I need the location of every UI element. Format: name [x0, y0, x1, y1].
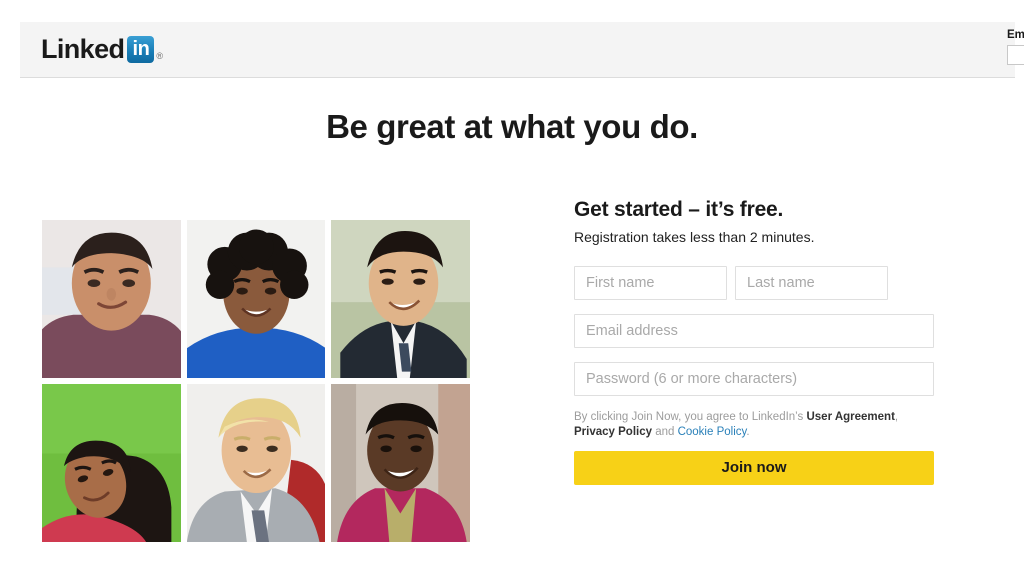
first-name-input[interactable]: [574, 266, 727, 300]
registration-heading: Get started – it’s free.: [574, 198, 784, 221]
legal-suffix: .: [746, 426, 750, 438]
portrait-woman-grass: [42, 384, 181, 542]
password-input[interactable]: [574, 362, 934, 396]
user-agreement-link[interactable]: User Agreement: [806, 411, 894, 423]
cookie-policy-link[interactable]: Cookie Policy: [678, 426, 747, 438]
portrait-woman-curly-hair: [186, 220, 326, 378]
linkedin-signup-page: Linked in ® Email address Password Forgo…: [0, 0, 1024, 570]
portrait-man-magenta-jacket: [331, 384, 470, 542]
legal-comma: ,: [894, 411, 899, 423]
logo-in-badge-icon: in: [127, 36, 155, 63]
page-title: Be great at what you do.: [326, 108, 698, 145]
portrait-young-man-dark-hair: [42, 220, 181, 378]
member-photo-grid: [42, 220, 470, 542]
signin-email-label: Email address: [1007, 29, 1024, 41]
portrait-man-suit-outdoor: [331, 220, 470, 378]
legal-and: and: [652, 426, 678, 438]
privacy-policy-link[interactable]: Privacy Policy: [574, 426, 652, 438]
linkedin-logo[interactable]: Linked in ®: [41, 36, 163, 63]
email-input[interactable]: [574, 314, 934, 348]
site-header: Linked in ® Email address Password Forgo…: [20, 22, 1024, 78]
legal-prefix: By clicking Join Now, you agree to Linke…: [574, 411, 807, 423]
last-name-input[interactable]: [735, 266, 888, 300]
logo-wordmark: Linked: [41, 34, 125, 64]
name-field-row: [574, 266, 934, 300]
registration-subheading: Registration takes less than 2 minutes.: [574, 229, 815, 245]
signin-email-group: Email address: [1007, 28, 1024, 65]
registration-panel: Get started – it’s free. Registration ta…: [574, 198, 934, 485]
signin-email-input[interactable]: [1007, 45, 1024, 65]
legal-disclaimer: By clicking Join Now, you agree to Linke…: [574, 410, 930, 440]
registered-trademark-icon: ®: [156, 51, 164, 61]
password-field-row: [574, 362, 934, 396]
join-now-button[interactable]: Join now: [574, 451, 934, 485]
portrait-blond-man-suit: [186, 384, 326, 542]
email-field-row: [574, 314, 934, 348]
